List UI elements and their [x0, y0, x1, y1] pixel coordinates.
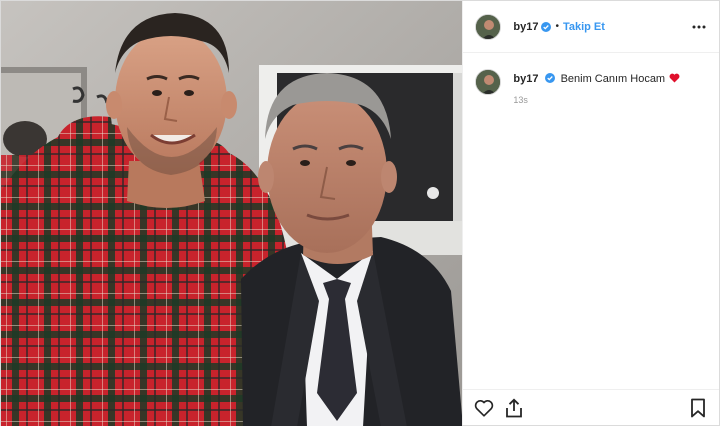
like-button[interactable]	[473, 397, 495, 419]
post-photo[interactable]	[1, 1, 463, 426]
save-button[interactable]	[687, 397, 709, 419]
action-bar	[463, 389, 719, 425]
caption-line: by17 Benim Canım Hocam	[513, 72, 680, 86]
share-icon	[506, 398, 523, 417]
avatar[interactable]	[475, 13, 502, 40]
red-heart-emoji-icon	[669, 73, 680, 83]
post-sidebar: by17 • Takip Et by17 Benim Canım Hocam 1…	[462, 1, 719, 425]
caption-body: by17 Benim Canım Hocam 13s	[513, 69, 680, 105]
post-timestamp[interactable]: 13s	[513, 95, 680, 105]
avatar-image	[476, 70, 501, 94]
caption-text: Benim Canım Hocam	[560, 73, 666, 85]
share-button[interactable]	[503, 397, 525, 419]
caption-avatar[interactable]	[475, 69, 502, 95]
bookmark-icon	[691, 398, 705, 417]
heart-icon	[475, 399, 494, 417]
more-options-button[interactable]	[691, 19, 707, 35]
verified-badge-icon	[544, 73, 555, 83]
caption: by17 Benim Canım Hocam 13s	[463, 53, 719, 105]
more-options-icon	[692, 25, 706, 28]
separator-dot: •	[555, 21, 559, 32]
post-header: by17 • Takip Et	[463, 1, 719, 53]
follow-button[interactable]: Takip Et	[563, 21, 605, 33]
verified-badge-icon	[541, 21, 552, 32]
photo-illustration	[1, 1, 463, 426]
avatar-image	[476, 14, 501, 39]
caption-username-link[interactable]: by17	[513, 73, 538, 85]
instagram-post: by17 • Takip Et by17 Benim Canım Hocam 1…	[0, 0, 720, 426]
username-link[interactable]: by17	[513, 21, 538, 33]
